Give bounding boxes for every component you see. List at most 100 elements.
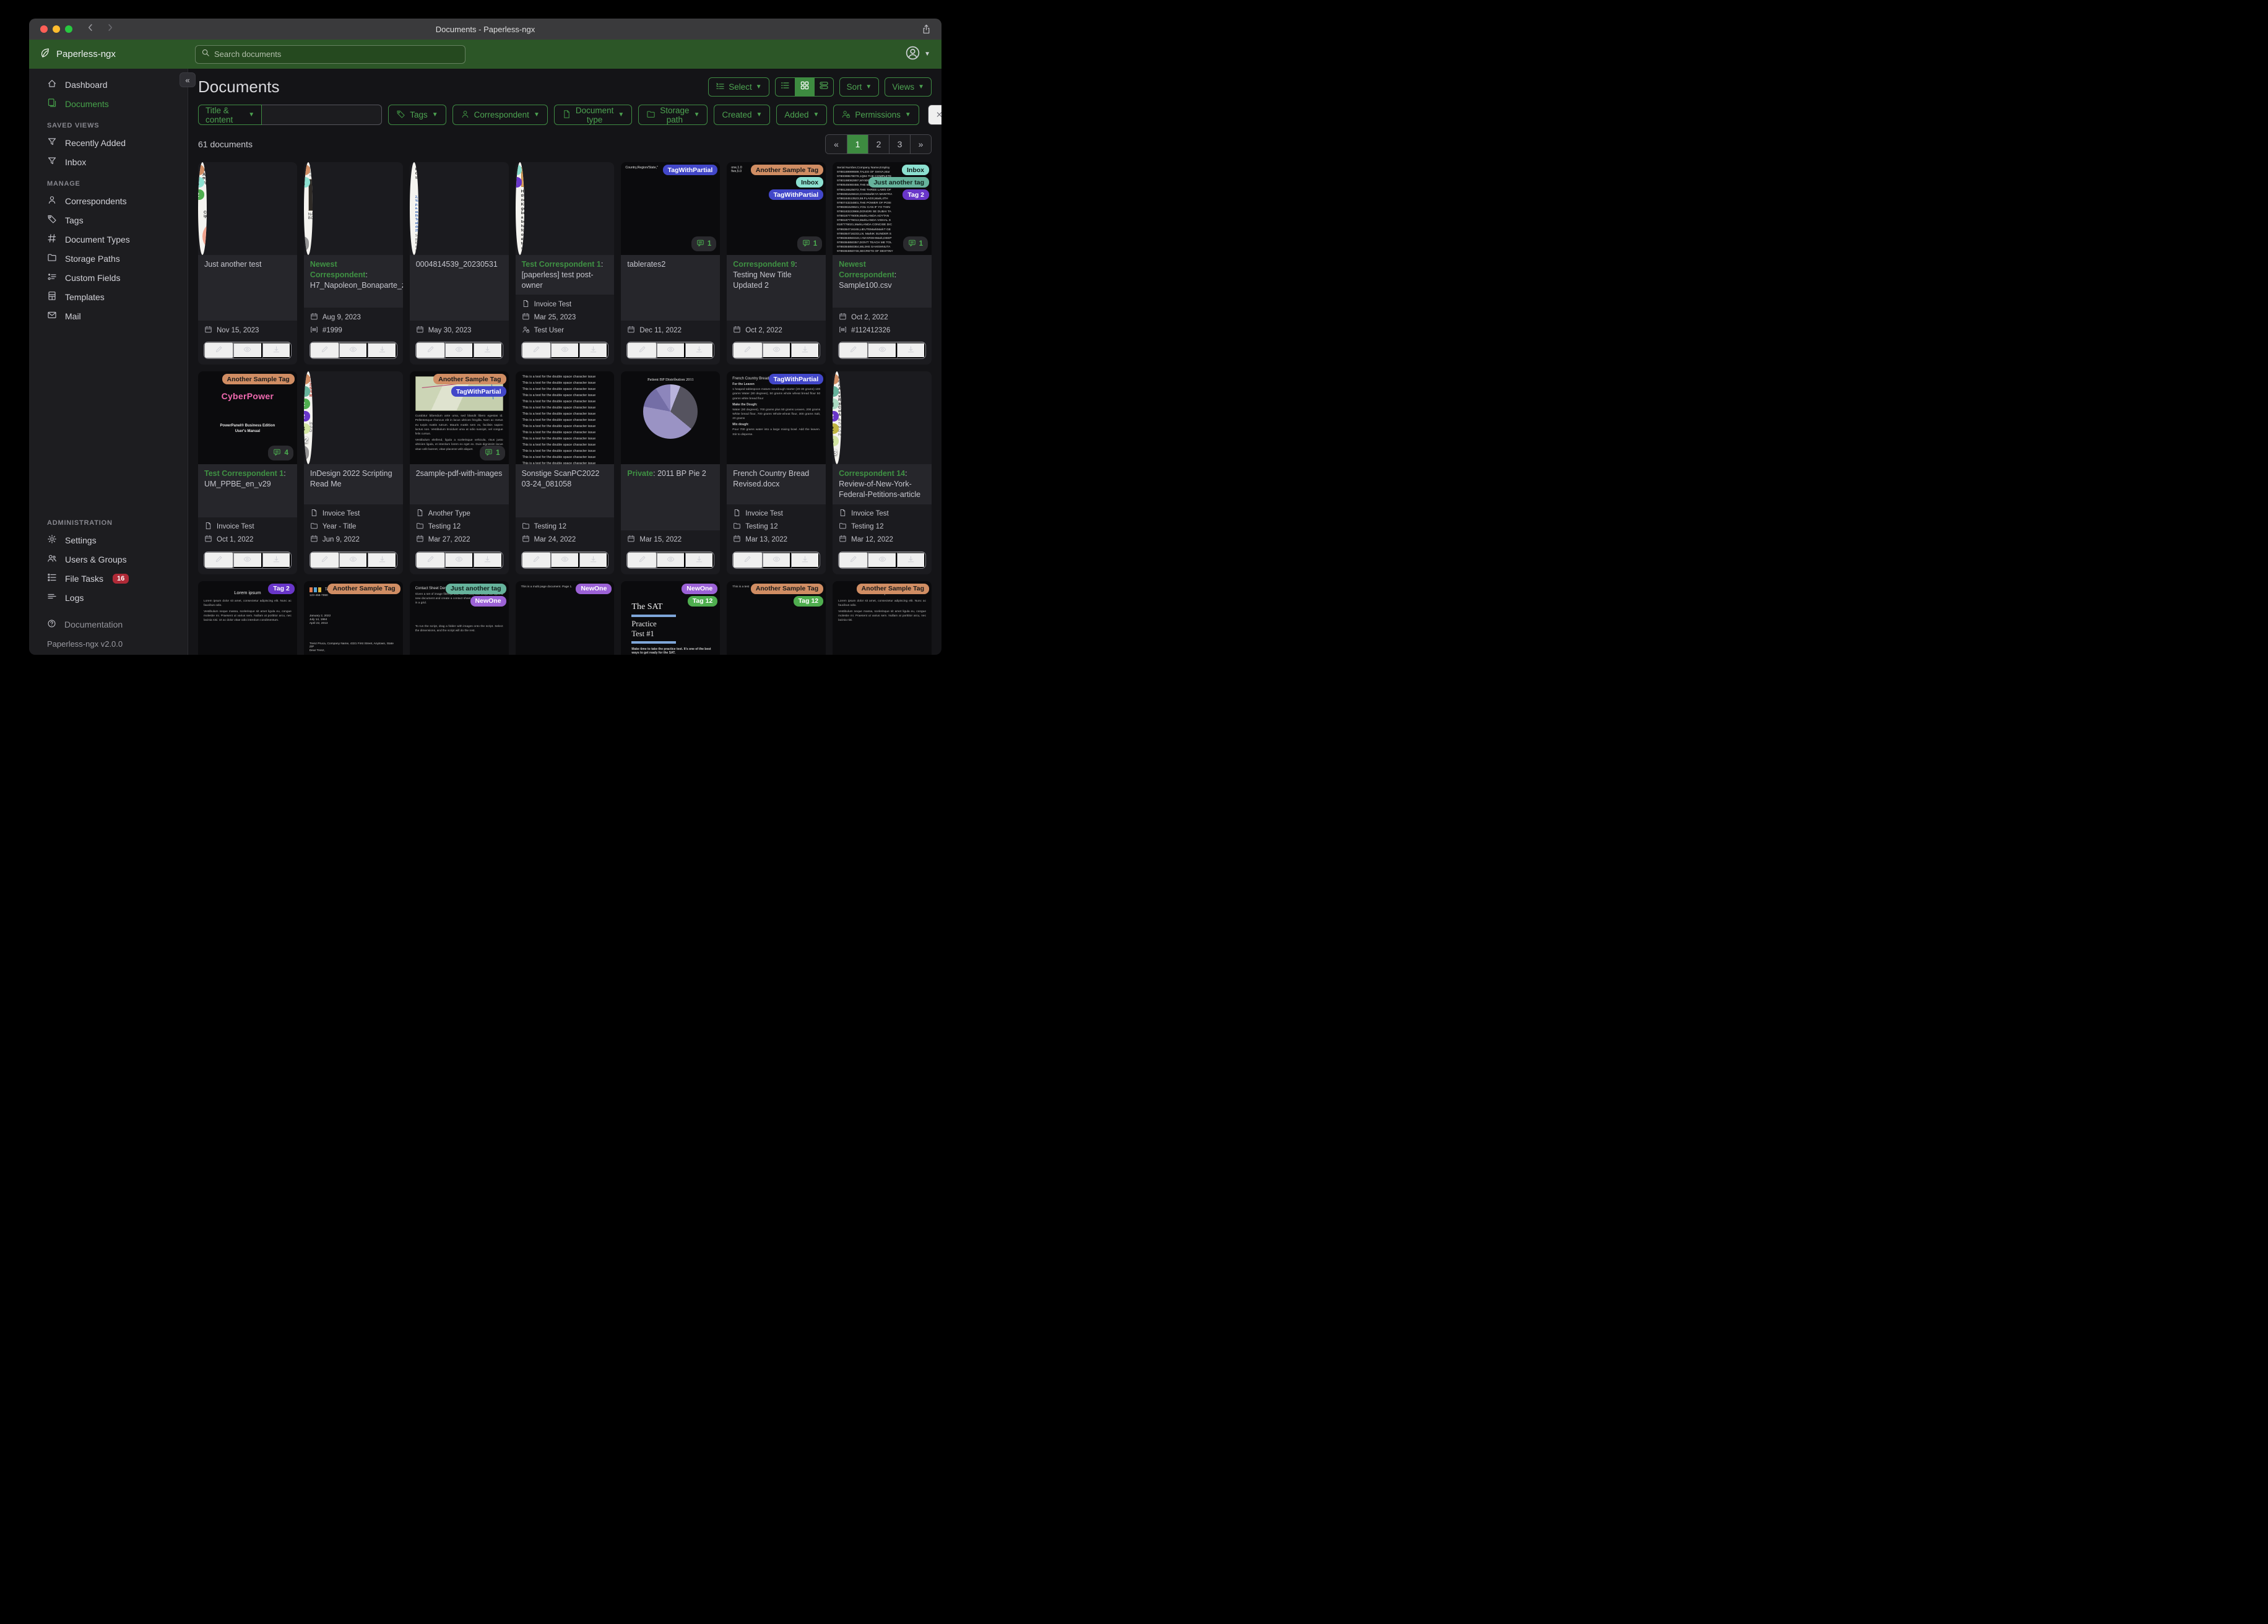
- filter-added-button[interactable]: Added ▼: [776, 105, 828, 125]
- tag-chip-another-sample-tag[interactable]: Another Sample Tag: [222, 374, 295, 385]
- document-title[interactable]: Correspondent 9: Testing New Title Updat…: [727, 255, 826, 321]
- edit-document-button[interactable]: [627, 342, 657, 359]
- tag-chip-tag-12[interactable]: Tag 12: [687, 595, 718, 607]
- edit-document-button[interactable]: [839, 551, 868, 568]
- document-thumbnail[interactable]: This is a multi page document. Page 1. Ne…: [515, 581, 615, 655]
- download-document-button[interactable]: [790, 342, 820, 359]
- document-thumbnail[interactable]: Country,Region/State," TagWithPartial 1: [621, 162, 721, 255]
- tag-chip-another-sample-tag[interactable]: Another Sample Tag: [327, 583, 400, 594]
- view-document-button[interactable]: [339, 342, 368, 359]
- comment-count-badge[interactable]: 1: [902, 236, 928, 251]
- document-title[interactable]: Correspondent 14: Review-of-New-York-Fed…: [833, 464, 932, 504]
- tag-chip-another-sample-tag[interactable]: Another Sample Tag: [198, 165, 204, 175]
- download-document-button[interactable]: [474, 342, 503, 359]
- minimize-window-button[interactable]: [53, 25, 60, 33]
- tag-chip-just-another-tag[interactable]: Just another tag: [303, 386, 310, 397]
- document-thumbnail[interactable]: Contact Sheet Demo Given a set of image f…: [409, 581, 509, 655]
- document-correspondent[interactable]: Newest Correspondent: [839, 260, 894, 279]
- document-thumbnail[interactable]: Serial Number,Company Name,Employ 9788189…: [833, 162, 932, 255]
- document-card[interactable]: Francja pod rękąNAPOLEON BONAPARTEAnothe…: [303, 162, 403, 365]
- document-card[interactable]: This is a test Another Sample Tag Tag 12: [727, 581, 826, 655]
- document-title[interactable]: 0004814539_20230531: [409, 255, 509, 321]
- sidebar-item-tags[interactable]: Tags: [29, 210, 188, 230]
- filter-tags-button[interactable]: Tags ▼: [388, 105, 446, 125]
- filter-correspondent-button[interactable]: Correspondent ▼: [452, 105, 548, 125]
- edit-document-button[interactable]: [733, 342, 763, 359]
- tag-chip-tag-12[interactable]: Tag 12: [198, 189, 204, 200]
- document-correspondent[interactable]: Newest Correspondent: [310, 260, 366, 279]
- view-document-button[interactable]: [444, 342, 474, 359]
- view-document-button[interactable]: [762, 551, 791, 568]
- views-button[interactable]: Views ▼: [885, 77, 932, 97]
- document-title[interactable]: Just another test: [198, 255, 297, 321]
- filter-permissions-button[interactable]: Permissions ▼: [833, 105, 919, 125]
- tag-chip-partial-tag[interactable]: Partial Tag: [833, 399, 839, 410]
- download-document-button[interactable]: [685, 551, 714, 568]
- back-icon[interactable]: [86, 23, 95, 35]
- tag-chip-tag-2[interactable]: Tag 2: [902, 189, 929, 200]
- download-document-button[interactable]: [262, 551, 291, 568]
- sidebar-item-documentation[interactable]: Documentation: [29, 615, 188, 634]
- view-document-button[interactable]: [656, 551, 685, 568]
- document-correspondent[interactable]: Private: [627, 469, 653, 478]
- document-thumbnail[interactable]: Review of Arbitral Awards shows swift Re…: [833, 371, 842, 465]
- view-document-button[interactable]: [233, 342, 262, 359]
- tag-chip-newone[interactable]: NewOne: [576, 583, 612, 594]
- tag-chip-another-sample-tag[interactable]: Another Sample Tag: [856, 583, 929, 594]
- download-document-button[interactable]: [790, 551, 820, 568]
- comment-count-badge[interactable]: 1: [480, 446, 505, 461]
- view-mode-list-button[interactable]: [776, 78, 795, 96]
- document-thumbnail[interactable]: French Country Bread For the Leaven 1 heap…: [727, 371, 826, 465]
- tag-chip-inbox[interactable]: Inbox: [303, 177, 310, 188]
- filter-created-button[interactable]: Created ▼: [714, 105, 771, 125]
- document-title[interactable]: Newest Correspondent: H7_Napoleon_Bonapa…: [303, 255, 403, 308]
- document-title[interactable]: InDesign 2022 Scripting Read Me: [303, 464, 403, 504]
- document-thumbnail[interactable]: Test Name123-456-7890January 2, 2022July…: [303, 581, 403, 655]
- tag-chip-newone[interactable]: NewOne: [682, 583, 718, 594]
- edit-document-button[interactable]: [309, 551, 340, 568]
- sidebar-item-storage-paths[interactable]: Storage Paths: [29, 249, 188, 268]
- tag-chip-just-another-tag[interactable]: Just another tag: [868, 177, 929, 188]
- edit-document-button[interactable]: [839, 342, 868, 359]
- tag-chip-just-another-tag[interactable]: Just another tag: [833, 386, 839, 397]
- comment-count-badge[interactable]: 6: [303, 446, 309, 461]
- document-thumbnail[interactable]: The SAT Practice Test #1 Make time to take …: [621, 581, 721, 655]
- view-mode-grid-button[interactable]: [794, 78, 814, 96]
- download-document-button[interactable]: [579, 551, 608, 568]
- document-title[interactable]: Newest Correspondent: Sample100.csv: [833, 255, 932, 308]
- comment-count-badge[interactable]: 1: [691, 236, 717, 251]
- filter-storage-path-button[interactable]: Storage path ▼: [638, 105, 708, 125]
- document-thumbnail[interactable]: Patient BP Distribution 2011: [621, 371, 721, 465]
- tag-chip-tag-2[interactable]: Tag 2: [268, 583, 295, 594]
- comment-count-badge[interactable]: 2: [303, 236, 309, 251]
- document-card[interactable]: This is a multi page document. Page 1. Ne…: [515, 581, 615, 655]
- sidebar-item-logs[interactable]: Logs: [29, 588, 188, 607]
- download-document-button[interactable]: [896, 342, 925, 359]
- document-card[interactable]: CyberPower PowerPanel® Business Edition Us…: [198, 371, 297, 574]
- edit-document-button[interactable]: [415, 551, 445, 568]
- pagination-page-3[interactable]: 3: [889, 135, 910, 153]
- edit-document-button[interactable]: [521, 342, 551, 359]
- view-mode-rows-button[interactable]: [813, 78, 833, 96]
- document-title[interactable]: Test Correspondent 1: [paperless] test p…: [515, 255, 615, 295]
- user-menu[interactable]: ▼: [905, 45, 930, 64]
- document-title[interactable]: Test Correspondent 1: UM_PPBE_en_v29: [198, 464, 297, 517]
- tag-chip-tag-3[interactable]: Tag 3: [303, 423, 310, 434]
- global-search[interactable]: [195, 45, 465, 64]
- download-document-button[interactable]: [262, 342, 291, 359]
- document-card[interactable]: Curabitur bibendum ante uma, sed blandit…: [409, 371, 509, 574]
- document-card[interactable]: one,1.0 five,5.0 Another Sample Tag Inbox Ta…: [727, 162, 826, 365]
- tag-chip-another-sample-tag[interactable]: Another Sample Tag: [750, 165, 824, 175]
- document-title[interactable]: Sonstige ScanPC2022 03-24_081058: [515, 464, 615, 517]
- document-card[interactable]: Test Name123-456-7890January 2, 2022July…: [303, 581, 403, 655]
- document-correspondent[interactable]: Test Correspondent 1: [522, 260, 601, 269]
- edit-document-button[interactable]: [521, 551, 551, 568]
- sidebar-item-templates[interactable]: Templates: [29, 287, 188, 306]
- close-window-button[interactable]: [40, 25, 48, 33]
- view-document-button[interactable]: [868, 551, 897, 568]
- document-thumbnail[interactable]: CyberPower PowerPanel® Business Edition Us…: [198, 371, 297, 465]
- document-thumbnail[interactable]: one,1.0 five,5.0 Another Sample Tag Inbox Ta…: [727, 162, 826, 255]
- tag-chip-another-sample-tag[interactable]: Another Sample Tag: [833, 374, 839, 385]
- pagination-prev-button[interactable]: «: [826, 135, 847, 153]
- comment-count-badge[interactable]: 4: [268, 446, 293, 461]
